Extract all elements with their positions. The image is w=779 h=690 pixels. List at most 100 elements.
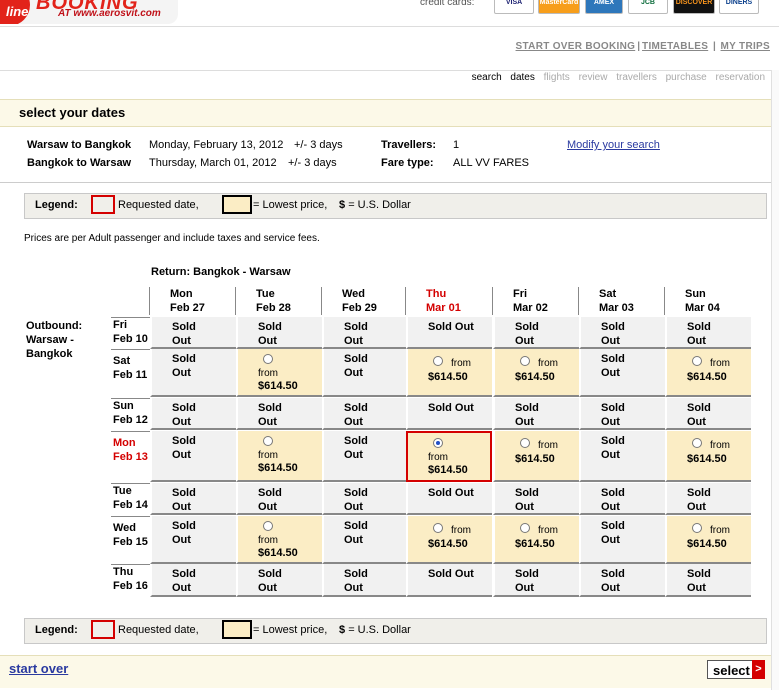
sold-out-cell: Sold Out <box>150 516 236 564</box>
fare-price: $614.50 <box>428 538 468 550</box>
fare-cell[interactable]: from $614.50 <box>406 349 492 397</box>
fare-radio[interactable] <box>433 356 443 366</box>
sold-out-text: Sold Out <box>172 435 196 461</box>
summary-divider <box>0 182 771 183</box>
timetables-link[interactable]: TIMETABLES <box>642 41 708 52</box>
fare-price: $614.50 <box>687 371 727 383</box>
outbound-date-header: Thu Feb 16 <box>111 564 151 598</box>
return-date-header: Tue Feb 28 <box>235 287 322 315</box>
outbound-date-header: Fri Feb 10 <box>111 317 151 350</box>
currency-note: $ = U.S. Dollar <box>339 199 411 211</box>
fare-radio[interactable] <box>433 523 443 533</box>
fare-radio[interactable] <box>520 356 530 366</box>
outbound-date-header: Tue Feb 14 <box>111 483 151 516</box>
return-date-header: Wed Feb 29 <box>321 287 408 315</box>
sold-out-text: Sold Out <box>172 402 196 428</box>
sold-out-text: Sold Out <box>601 402 625 428</box>
fare-radio[interactable] <box>263 354 273 364</box>
select-button[interactable]: select > <box>707 660 765 679</box>
fare-cell[interactable]: from $614.50 <box>665 431 751 482</box>
fare-radio[interactable] <box>692 438 702 448</box>
sold-out-text: Sold Out <box>172 520 196 546</box>
visa-card-icon: VISA <box>494 0 534 14</box>
fare-price: $614.50 <box>515 538 555 550</box>
return-date-header: Fri Mar 02 <box>492 287 579 315</box>
sold-out-text: Sold Out <box>687 568 711 594</box>
fare-cell[interactable]: from $614.50 <box>665 349 751 397</box>
fare-cell[interactable]: from $614.50 <box>665 516 751 564</box>
travellers-value: 1 <box>453 139 460 151</box>
arrow-right-icon: > <box>752 660 765 679</box>
modify-search-link[interactable]: Modify your search <box>567 139 660 151</box>
from-label: from <box>451 525 471 536</box>
legend-bottom: Legend: Requested date, = Lowest price, … <box>24 618 767 644</box>
sold-out-cell: Sold Out <box>322 516 408 564</box>
sold-out-text: Sold Out <box>172 487 196 513</box>
fare-cell[interactable]: from $614.50 <box>493 431 579 482</box>
my-trips-link[interactable]: MY TRIPS <box>721 41 770 52</box>
sold-out-text: Sold Out <box>515 487 539 513</box>
fare-price: $614.50 <box>515 371 555 383</box>
sold-out-text: Sold Out <box>344 353 368 379</box>
sold-out-cell: Sold Out <box>579 317 665 349</box>
fare-radio[interactable] <box>520 438 530 448</box>
sold-out-text: Sold Out <box>601 568 625 594</box>
sold-out-text: Sold Out <box>344 321 368 347</box>
fare-radio[interactable] <box>263 521 273 531</box>
fare-cell[interactable]: from $614.50 <box>406 516 492 564</box>
requested-date-text: Requested date, <box>118 199 199 211</box>
price-note: Prices are per Adult passenger and inclu… <box>24 233 320 244</box>
outbound-date-header: Wed Feb 15 <box>111 516 151 565</box>
from-label: from <box>538 358 558 369</box>
from-label: from <box>710 358 730 369</box>
sold-out-cell: Sold Out <box>665 564 751 597</box>
return-label: Return: Bangkok - Warsaw <box>151 266 291 278</box>
sold-out-cell: Sold Out <box>322 483 408 515</box>
step-travellers: travellers <box>616 72 657 83</box>
scrollbar-track[interactable] <box>771 70 779 690</box>
fare-cell[interactable]: from $614.50 <box>493 349 579 397</box>
sold-out-cell: Sold Out <box>493 317 579 349</box>
top-links: START OVER BOOKING | TIMETABLES | MY TRIPS <box>515 41 770 52</box>
sold-out-cell: Sold Out <box>150 349 236 397</box>
sold-out-cell: Sold Out <box>579 564 665 597</box>
fare-radio[interactable] <box>692 523 702 533</box>
sold-out-cell: Sold Out <box>406 564 492 597</box>
fare-type-value: ALL VV FARES <box>453 157 530 169</box>
sold-out-cell: Sold Out <box>665 317 751 349</box>
legend-top: Legend: Requested date, = Lowest price, … <box>24 193 767 219</box>
sold-out-cell: Sold Out <box>579 516 665 564</box>
requested-date-text: Requested date, <box>118 624 199 636</box>
sold-out-cell: Sold Out <box>236 564 322 597</box>
start-over-link[interactable]: start over <box>9 661 68 676</box>
sold-out-text: Sold Out <box>258 487 282 513</box>
from-label: from <box>428 452 448 463</box>
sold-out-text: Sold Out <box>344 520 368 546</box>
from-label: from <box>451 358 471 369</box>
sold-out-cell: Sold Out <box>406 398 492 430</box>
fare-cell[interactable]: from $614.50 <box>236 431 322 482</box>
sold-out-cell: Sold Out <box>236 483 322 515</box>
return-date-header: Thu Mar 01 <box>405 287 492 315</box>
fare-price: $614.50 <box>258 380 298 392</box>
fare-cell[interactable]: from $614.50 <box>406 431 492 482</box>
sold-out-cell: Sold Out <box>150 317 236 349</box>
fare-radio[interactable] <box>692 356 702 366</box>
sold-out-cell: Sold Out <box>236 398 322 430</box>
sold-out-cell: Sold Out <box>493 483 579 515</box>
fare-cell[interactable]: from $614.50 <box>236 349 322 397</box>
fare-cell[interactable]: from $614.50 <box>236 516 322 564</box>
fare-price: $614.50 <box>258 462 298 474</box>
fare-radio[interactable] <box>263 436 273 446</box>
start-over-booking-link[interactable]: START OVER BOOKING <box>516 41 636 52</box>
legend-label: Legend: <box>35 199 78 211</box>
sold-out-text: Sold Out <box>428 487 474 499</box>
lowest-price-swatch <box>222 620 252 639</box>
fare-radio[interactable] <box>520 523 530 533</box>
fare-cell[interactable]: from $614.50 <box>493 516 579 564</box>
fare-radio[interactable] <box>433 438 443 448</box>
sold-out-text: Sold Out <box>601 435 625 461</box>
logo-url: AT www.aerosvit.com <box>58 8 161 19</box>
lowest-price-text: = Lowest price, <box>253 199 328 211</box>
from-label: from <box>710 440 730 451</box>
